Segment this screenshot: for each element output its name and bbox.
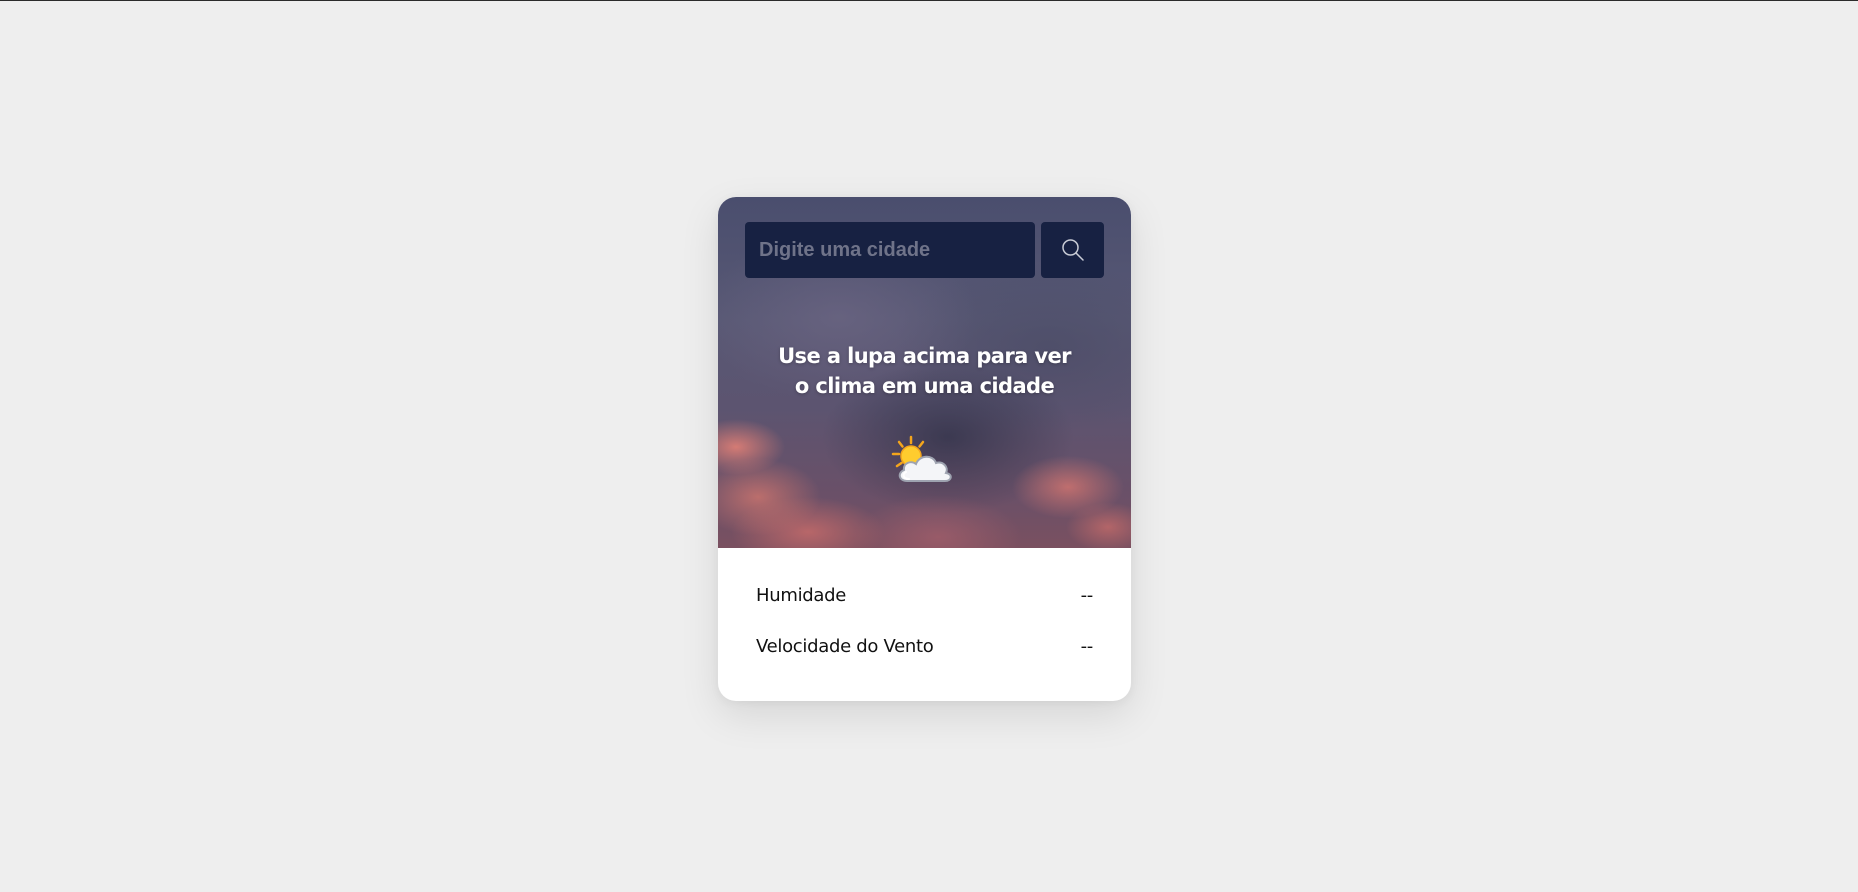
wind-speed-row: Velocidade do Vento -- [756,631,1093,661]
hero-message: Use a lupa acima para ver o clima em uma… [778,344,1071,398]
city-search-input[interactable] [745,222,1035,278]
wind-speed-label: Velocidade do Vento [756,635,934,657]
humidity-value: -- [1080,584,1094,606]
humidity-label: Humidade [756,584,847,606]
humidity-row: Humidade -- [756,580,1093,610]
weather-card: Use a lupa acima para ver o clima em uma… [718,197,1131,701]
search-icon [1061,239,1084,261]
search-bar [745,222,1104,278]
sun-behind-cloud-icon [891,435,952,482]
search-button[interactable] [1041,222,1104,278]
wind-speed-value: -- [1080,635,1094,657]
weather-details: Humidade -- Velocidade do Vento -- [718,548,1131,661]
weather-hero: Use a lupa acima para ver o clima em uma… [718,197,1131,548]
